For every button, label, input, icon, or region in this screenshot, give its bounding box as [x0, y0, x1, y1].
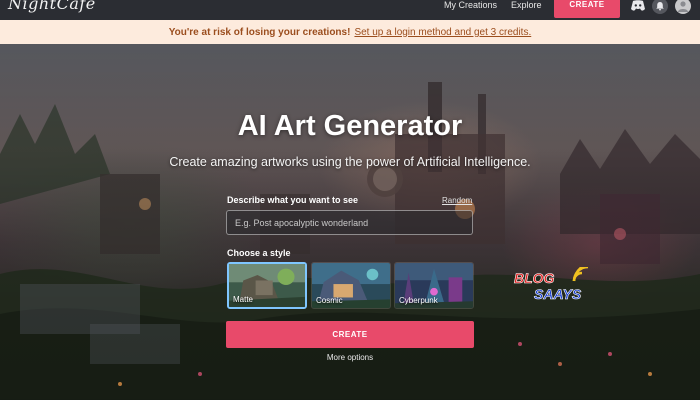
top-nav: NightCafe My Creations Explore CREATE — [0, 0, 700, 20]
page-subtitle: Create amazing artworks using the power … — [169, 155, 531, 169]
bell-icon[interactable] — [652, 0, 668, 14]
login-warning-banner: You're at risk of losing your creations!… — [0, 20, 700, 44]
random-prompt-link[interactable]: Random — [442, 196, 472, 205]
page-title: AI Art Generator — [237, 110, 463, 142]
prompt-input[interactable] — [226, 210, 473, 235]
style-label: Choose a style — [227, 248, 291, 258]
avatar[interactable] — [675, 0, 691, 14]
style-name-matte: Matte — [233, 295, 254, 304]
nav-my-creations[interactable]: My Creations — [444, 0, 497, 20]
style-option-cosmic[interactable]: Cosmic — [311, 262, 391, 309]
style-option-cyberpunk[interactable]: Cyberpunk — [394, 262, 474, 309]
create-button-top[interactable]: CREATE — [554, 0, 620, 18]
setup-login-link[interactable]: Set up a login method and get 3 credits. — [354, 27, 531, 38]
nightcafe-logo[interactable]: NightCafe — [8, 0, 96, 13]
discord-icon[interactable] — [630, 0, 646, 14]
style-name-cyberpunk: Cyberpunk — [399, 296, 438, 305]
nav-explore[interactable]: Explore — [511, 0, 542, 20]
style-option-matte[interactable]: Matte — [227, 262, 307, 309]
style-name-cosmic: Cosmic — [316, 296, 343, 305]
prompt-label: Describe what you want to see — [227, 195, 359, 205]
banner-warning-text: You're at risk of losing your creations! — [168, 26, 351, 38]
watermark-line2: SAAYS — [534, 286, 582, 302]
create-button-main[interactable]: CREATE — [226, 321, 474, 348]
watermark-line1: BLOG — [514, 270, 555, 286]
more-options-link[interactable]: More options — [0, 353, 700, 362]
blog-saays-watermark: BLOG SAAYS — [514, 267, 589, 302]
